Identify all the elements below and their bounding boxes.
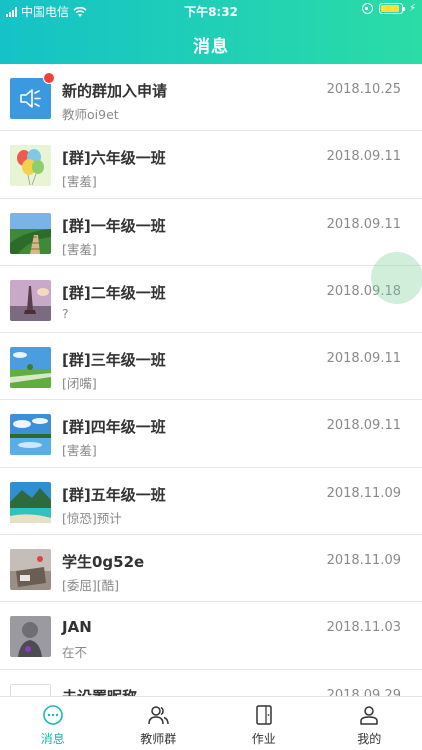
tab-label: 消息 bbox=[40, 732, 65, 746]
chat-icon bbox=[41, 703, 65, 727]
battery-level bbox=[380, 5, 399, 12]
message-date: 2018.09.11 bbox=[326, 351, 401, 367]
message-row[interactable]: JAN 在不 2018.11.03 bbox=[0, 602, 422, 670]
avatar bbox=[10, 347, 51, 389]
profile-icon bbox=[357, 703, 381, 727]
speaker-icon bbox=[10, 78, 51, 119]
message-preview: [害羞] bbox=[62, 443, 97, 459]
avatar bbox=[10, 145, 51, 187]
message-date: 2018.09.11 bbox=[326, 216, 401, 232]
message-date: 2018.11.03 bbox=[326, 620, 401, 636]
message-date: 2018.09.18 bbox=[326, 283, 401, 299]
message-row[interactable]: 未设置昵称 2018.09.29 bbox=[0, 670, 422, 696]
message-preview: 在不 bbox=[62, 645, 88, 661]
message-title: [群]四年级一班 bbox=[62, 418, 166, 437]
message-preview: 教师oi9et bbox=[62, 107, 119, 122]
message-title: JAN bbox=[62, 618, 92, 637]
message-title: 未设置昵称 bbox=[62, 686, 137, 696]
tab-label: 教师群 bbox=[140, 732, 177, 746]
message-row[interactable]: 新的群加入申请 教师oi9et 2018.10.25 bbox=[0, 64, 422, 132]
message-row[interactable]: [群]二年级一班? 2018.09.18 bbox=[0, 266, 422, 334]
rotation-lock-icon bbox=[361, 3, 373, 14]
charging-icon: ⚡ bbox=[408, 3, 416, 14]
message-row[interactable]: 学生0g52e [委屈][酷] 2018.11.09 bbox=[0, 535, 422, 603]
tab-label: 我的 bbox=[357, 732, 382, 746]
message-title: [群]五年级一班 bbox=[62, 485, 166, 504]
message-list[interactable]: 新的群加入申请 教师oi9et 2018.10.25 [群]六年级一班 [害羞] 2018… bbox=[0, 64, 422, 696]
message-title: 学生0g52e bbox=[62, 553, 145, 572]
tab-group[interactable]: 教师群 bbox=[106, 697, 212, 750]
avatar bbox=[10, 481, 51, 523]
avatar bbox=[10, 414, 51, 456]
message-preview: [闭嘴] bbox=[62, 376, 97, 392]
unread-badge bbox=[43, 72, 55, 84]
message-row[interactable]: [群]五年级一班 [惊恐]预计 2018.11.09 bbox=[0, 468, 422, 536]
message-date: 2018.11.09 bbox=[326, 485, 401, 501]
message-title: 新的群加入申请 bbox=[62, 82, 168, 100]
message-preview: [害羞] bbox=[62, 241, 97, 257]
tab-label: 作业 bbox=[251, 732, 276, 746]
tab-homework[interactable]: 作业 bbox=[211, 697, 317, 750]
message-date: 2018.10.25 bbox=[326, 82, 401, 97]
status-bar: 中国电信 下午8:32 ⚡ bbox=[0, 0, 422, 22]
status-time: 下午8:32 bbox=[184, 5, 238, 19]
message-preview: [惊恐]预计 bbox=[62, 510, 122, 526]
tab-bar: 消息 教师群 作业 我的 bbox=[0, 696, 422, 750]
avatar bbox=[10, 683, 51, 696]
tab-chat[interactable]: 消息 bbox=[0, 697, 106, 750]
message-title: [群]六年级一班 bbox=[62, 149, 166, 168]
homework-icon bbox=[252, 703, 276, 727]
tab-profile[interactable]: 我的 bbox=[317, 697, 422, 750]
message-row[interactable]: [群]六年级一班 [害羞] 2018.09.11 bbox=[0, 131, 422, 199]
message-date: 2018.11.09 bbox=[326, 553, 401, 569]
message-preview: [委屈][酷] bbox=[62, 578, 120, 594]
message-date: 2018.09.11 bbox=[326, 418, 401, 434]
app-header: 中国电信 下午8:32 ⚡ 消息 bbox=[0, 0, 422, 64]
group-icon bbox=[146, 703, 170, 727]
battery-icon bbox=[378, 3, 405, 14]
message-row[interactable]: [群]一年级一班 [害羞] 2018.09.11 bbox=[0, 199, 422, 266]
message-date: 2018.09.11 bbox=[326, 149, 401, 165]
message-date: 2018.09.29 bbox=[326, 687, 401, 696]
message-title: [群]二年级一班 bbox=[62, 283, 166, 302]
message-title: [群]一年级一班 bbox=[62, 216, 166, 235]
page-title: 消息 bbox=[193, 37, 229, 57]
message-preview: ? bbox=[62, 305, 69, 321]
avatar bbox=[10, 549, 51, 591]
message-title: [群]三年级一班 bbox=[62, 351, 166, 370]
message-preview: [害羞] bbox=[62, 174, 97, 190]
message-row[interactable]: [群]三年级一班 [闭嘴] 2018.09.11 bbox=[0, 333, 422, 401]
status-right: ⚡ bbox=[361, 3, 416, 14]
message-row[interactable]: [群]四年级一班 [害羞] 2018.09.11 bbox=[0, 400, 422, 468]
avatar bbox=[10, 212, 51, 254]
avatar bbox=[10, 616, 51, 658]
avatar bbox=[10, 279, 51, 321]
